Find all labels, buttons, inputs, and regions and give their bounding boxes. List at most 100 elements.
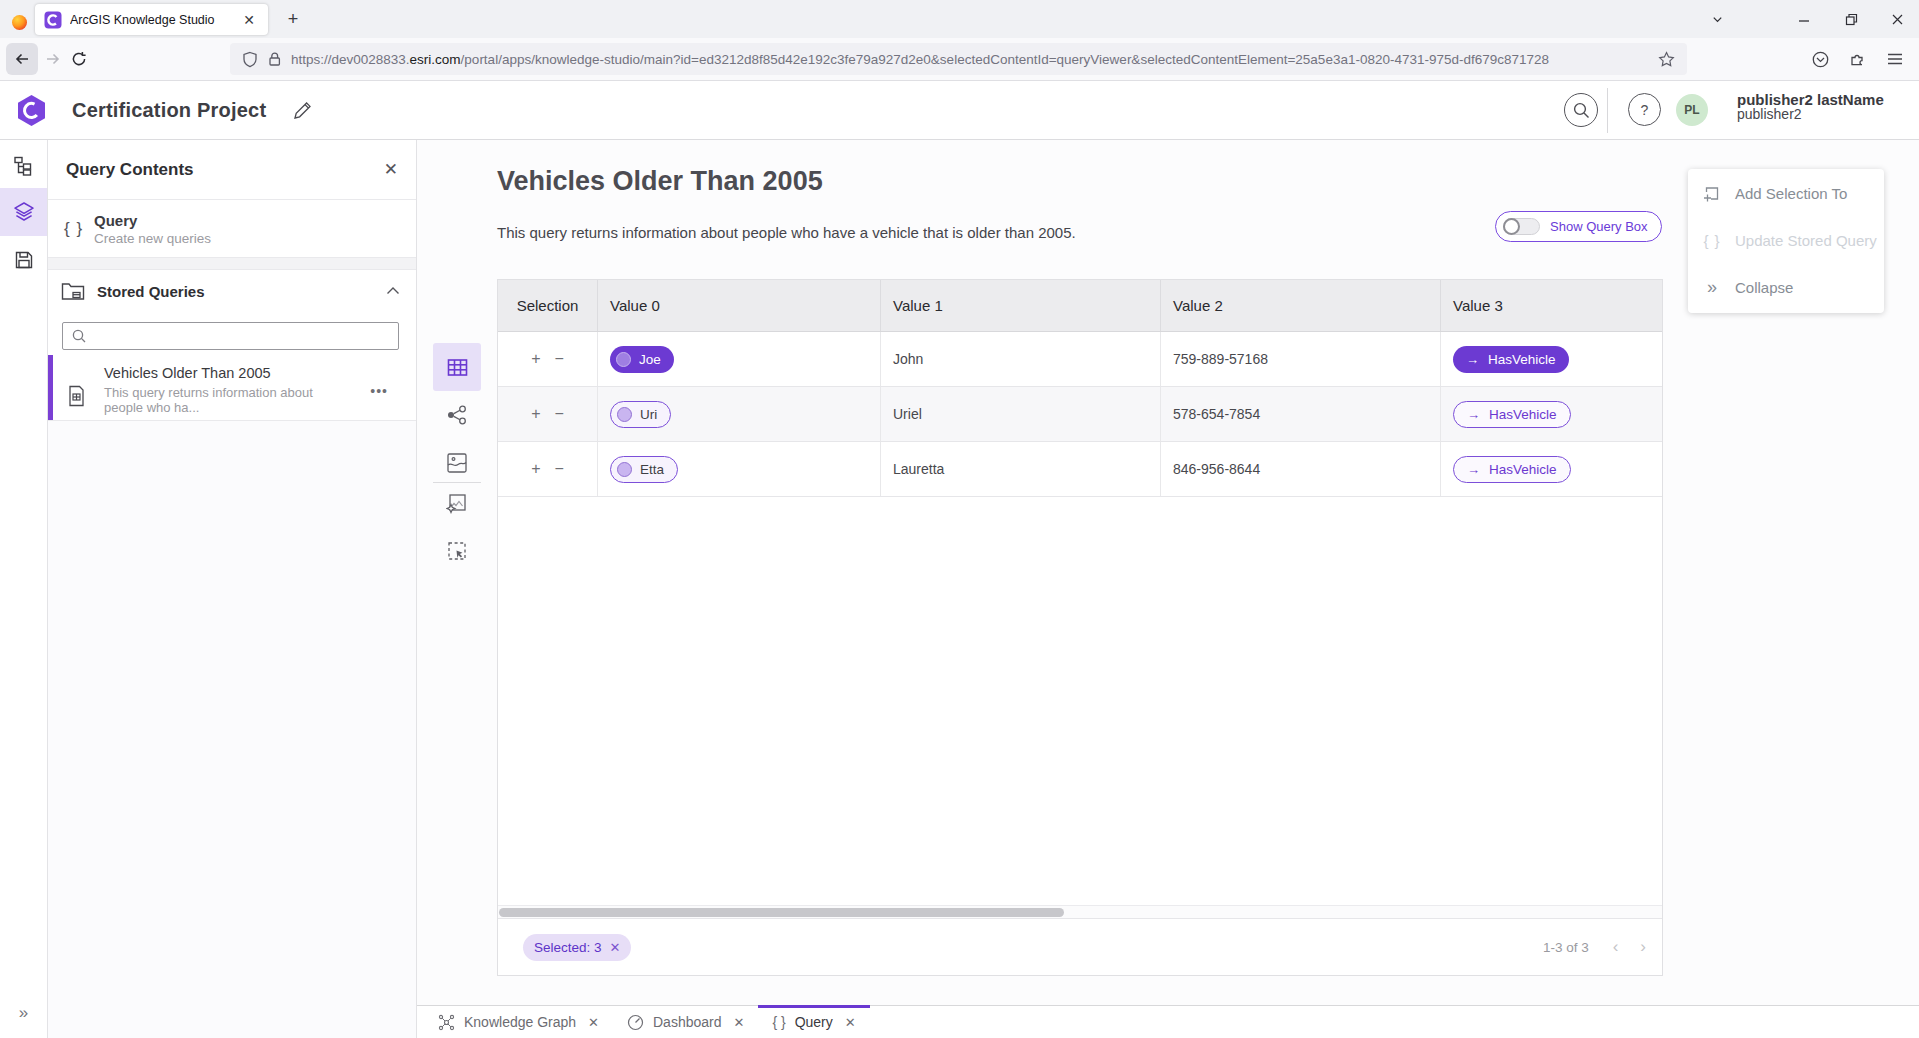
edit-pencil-icon[interactable] [293, 101, 312, 120]
column-header-value1[interactable]: Value 1 [881, 280, 1161, 331]
browser-tab-title: ArcGIS Knowledge Studio [70, 13, 233, 27]
stored-queries-search[interactable] [62, 322, 399, 350]
pocket-icon[interactable] [1808, 47, 1832, 71]
table-icon [447, 358, 468, 377]
horizontal-scrollbar[interactable] [498, 905, 1662, 918]
forward-button[interactable] [41, 47, 65, 71]
column-header-value0[interactable]: Value 0 [598, 280, 881, 331]
chevron-up-icon[interactable] [386, 286, 400, 295]
tab-close-icon[interactable]: ✕ [733, 1015, 744, 1030]
table-empty-area [498, 497, 1662, 905]
user-subtitle: publisher2 [1737, 107, 1884, 122]
window-restore-button[interactable] [1837, 7, 1865, 31]
help-button[interactable]: ? [1628, 93, 1661, 126]
stored-queries-folder-icon [61, 281, 85, 302]
previous-page-icon[interactable]: ‹ [1613, 937, 1619, 957]
add-selection-icon[interactable]: + [531, 460, 540, 478]
dashboard-icon [627, 1014, 644, 1031]
url-text: https://dev0028833.esri.com/portal/apps/… [291, 52, 1649, 67]
column-header-selection[interactable]: Selection [498, 280, 598, 331]
relationship-pill[interactable]: →HasVehicle [1453, 456, 1571, 483]
cell-value: Uriel [893, 406, 922, 422]
remove-selection-icon[interactable]: − [555, 405, 564, 423]
selected-count-chip[interactable]: Selected: 3✕ [523, 934, 631, 961]
browser-tab[interactable]: ArcGIS Knowledge Studio ✕ [35, 4, 268, 35]
stored-queries-header[interactable]: Stored Queries [48, 270, 416, 312]
lock-icon[interactable] [267, 51, 282, 67]
panel-close-icon[interactable]: ✕ [380, 140, 402, 199]
map-button[interactable] [445, 451, 469, 475]
table-row[interactable]: + − Uri Uriel 578-654-7854 →HasVehicle [498, 387, 1662, 442]
menu-item-update-stored-query[interactable]: { } Update Stored Query [1688, 217, 1884, 264]
back-button[interactable] [6, 43, 38, 75]
query-create-item[interactable]: { } Query Create new queries [48, 200, 416, 258]
scrollbar-thumb[interactable] [499, 908, 1064, 917]
url-bar[interactable]: https://dev0028833.esri.com/portal/apps/… [230, 43, 1687, 75]
search-button[interactable] [1564, 93, 1598, 127]
bookmark-star-icon[interactable] [1658, 51, 1675, 68]
link-chart-button[interactable] [445, 403, 469, 427]
add-selection-icon[interactable]: + [531, 405, 540, 423]
extensions-puzzle-icon[interactable] [1845, 47, 1869, 71]
table-view-button[interactable] [433, 343, 481, 391]
shield-icon[interactable] [242, 51, 258, 68]
braces-icon: { } [64, 219, 94, 239]
new-map-from-selection-button[interactable] [445, 491, 469, 515]
menu-item-add-selection-to[interactable]: Add Selection To [1688, 170, 1884, 217]
selection-tools-button[interactable] [445, 539, 469, 563]
user-info[interactable]: publisher2 lastName publisher2 [1737, 92, 1884, 122]
menu-item-collapse[interactable]: » Collapse [1688, 264, 1884, 311]
window-minimize-button[interactable] [1790, 7, 1818, 31]
entity-pill[interactable]: Joe [610, 346, 674, 373]
clear-selection-icon[interactable]: ✕ [610, 940, 621, 955]
tab-list-chevron-icon[interactable] [1703, 7, 1731, 31]
cell-value: 846-956-8644 [1173, 461, 1260, 477]
knowledge-graph-icon [438, 1014, 455, 1031]
tab-knowledge-graph[interactable]: Knowledge Graph ✕ [424, 1006, 613, 1038]
next-page-icon[interactable]: › [1640, 937, 1646, 957]
tab-dashboard[interactable]: Dashboard ✕ [613, 1006, 758, 1038]
browser-tab-bar: ArcGIS Knowledge Studio ✕ + [0, 0, 1919, 38]
rail-contents-button[interactable] [0, 188, 47, 236]
arrow-right-icon: → [1467, 462, 1480, 477]
cell-value: 578-654-7854 [1173, 406, 1260, 422]
map-icon [446, 452, 468, 474]
layers-icon [13, 201, 35, 223]
table-row[interactable]: + − Joe John 759-889-57168 →HasVehicle [498, 332, 1662, 387]
toggle-switch[interactable] [1503, 218, 1540, 235]
double-chevron-right-icon: » [19, 1003, 28, 1023]
tab-close-icon[interactable]: ✕ [845, 1015, 856, 1030]
add-selection-icon[interactable]: + [531, 350, 540, 368]
cell-value: 759-889-57168 [1173, 351, 1268, 367]
relationship-pill[interactable]: →HasVehicle [1453, 346, 1569, 373]
rail-save-button[interactable] [0, 236, 47, 284]
stored-query-item[interactable]: Vehicles Older Than 2005 This query retu… [48, 355, 416, 421]
tab-query[interactable]: { } Query ✕ [758, 1006, 869, 1038]
new-tab-button[interactable]: + [281, 7, 305, 31]
tab-close-icon[interactable]: ✕ [239, 12, 259, 28]
toggle-label: Show Query Box [1550, 219, 1648, 234]
menu-hamburger-icon[interactable] [1883, 47, 1907, 71]
braces-icon: { } [1702, 232, 1722, 249]
browser-toolbar: https://dev0028833.esri.com/portal/apps/… [0, 38, 1919, 81]
column-header-value2[interactable]: Value 2 [1161, 280, 1441, 331]
window-close-button[interactable] [1883, 7, 1911, 31]
rail-data-model-button[interactable] [0, 142, 47, 190]
entity-pill[interactable]: Etta [610, 456, 678, 483]
expand-rail-button[interactable]: » [0, 998, 47, 1028]
more-options-icon[interactable]: ••• [370, 383, 388, 399]
avatar[interactable]: PL [1676, 94, 1708, 126]
entity-pill[interactable]: Uri [610, 401, 671, 428]
reload-button[interactable] [67, 47, 91, 71]
show-query-box-toggle[interactable]: Show Query Box [1495, 211, 1662, 242]
remove-selection-icon[interactable]: − [555, 350, 564, 368]
table-row[interactable]: + − Etta Lauretta 846-956-8644 →HasVehic… [498, 442, 1662, 497]
panel-empty-area [48, 421, 416, 1038]
column-header-value3[interactable]: Value 3 [1441, 280, 1663, 331]
firefox-icon[interactable] [12, 15, 27, 30]
relationship-pill[interactable]: →HasVehicle [1453, 401, 1571, 428]
table-footer: Selected: 3✕ 1-3 of 3 ‹ › [498, 918, 1662, 975]
remove-selection-icon[interactable]: − [555, 460, 564, 478]
tab-close-icon[interactable]: ✕ [588, 1015, 599, 1030]
table-header-row: Selection Value 0 Value 1 Value 2 Value … [498, 280, 1662, 332]
